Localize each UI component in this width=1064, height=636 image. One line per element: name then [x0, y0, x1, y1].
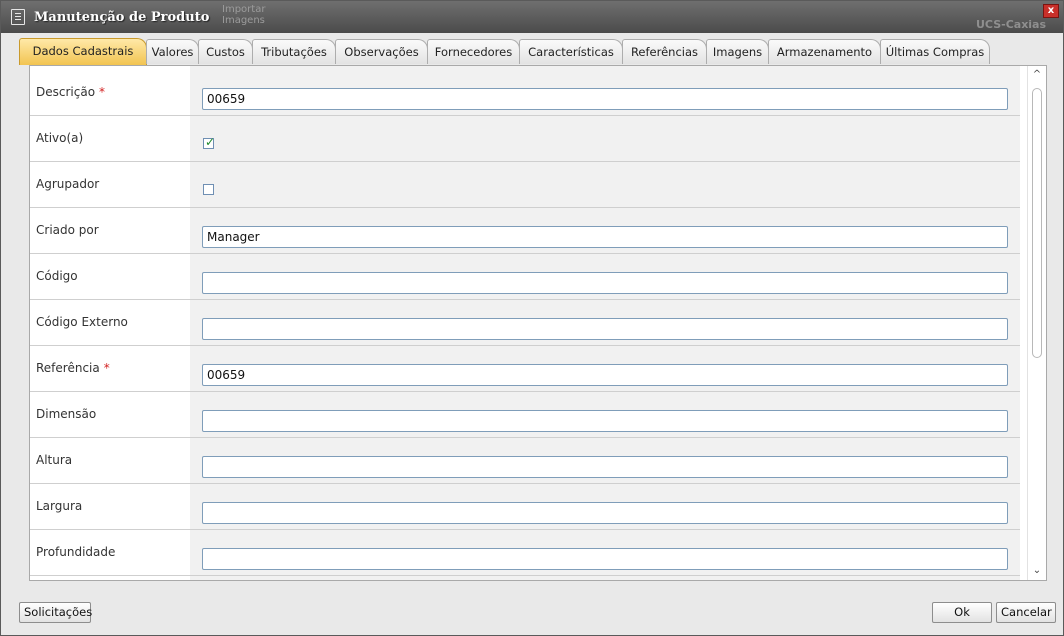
field-label: Altura — [36, 453, 72, 467]
field-label: Código Externo — [36, 315, 128, 329]
title-bar[interactable]: Manutenção de Produto Importar Imagens UC… — [1, 1, 1063, 33]
solicitacoes-button[interactable]: Solicitações — [19, 602, 92, 623]
field-label-text: Profundidade — [36, 545, 116, 559]
checkbox[interactable]: ✓ — [203, 135, 216, 149]
text-field[interactable] — [202, 502, 1008, 524]
form-row: Profundidade — [30, 530, 1020, 576]
field-label: Profundidade — [36, 545, 115, 559]
field-label-text: Criado por — [36, 223, 99, 237]
form-panel: Descrição*Ativo(a)✓AgrupadorCriado porCó… — [29, 65, 1047, 581]
field-label-text: Referência — [36, 361, 100, 375]
scroll-up-icon[interactable]: ^ — [1031, 69, 1043, 81]
scroll-thumb[interactable] — [1032, 88, 1042, 358]
close-button[interactable]: x — [1043, 4, 1059, 18]
tab-9[interactable]: Imagens — [706, 39, 769, 64]
field-label-text: Dimensão — [36, 407, 97, 421]
form-row: Referência * — [30, 346, 1020, 392]
tab-5[interactable]: Observações — [335, 39, 428, 64]
form-row: Código — [30, 254, 1020, 300]
background-import-label: Importar Imagens — [222, 4, 266, 26]
form-row: Largura — [30, 484, 1020, 530]
field-label-text: Código — [36, 269, 78, 283]
tab-10[interactable]: Armazenamento — [768, 39, 881, 64]
checkmark-icon: ✓ — [205, 135, 216, 149]
form-row: Ativo(a) ✓ — [30, 116, 1020, 162]
text-field[interactable] — [202, 318, 1008, 340]
field-label: Ativo(a) — [36, 131, 83, 145]
required-marker: * — [99, 85, 106, 99]
text-field[interactable] — [202, 272, 1008, 294]
text-field[interactable] — [202, 364, 1008, 386]
form-row: Descrição * — [30, 70, 1020, 116]
field-label: Código — [36, 269, 78, 283]
background-location-label: UCS-Caxias — [976, 18, 1047, 31]
checkbox[interactable] — [203, 184, 214, 195]
tab-4[interactable]: Tributações — [252, 39, 336, 64]
form-row: Dimensão — [30, 392, 1020, 438]
tab-6[interactable]: Fornecedores — [427, 39, 520, 64]
field-label: Agrupador — [36, 177, 99, 191]
form-row: Código Externo — [30, 300, 1020, 346]
text-field[interactable] — [202, 456, 1008, 478]
text-field[interactable] — [202, 226, 1008, 248]
field-label: Referência * — [36, 361, 110, 375]
field-label-text: Largura — [36, 499, 83, 513]
vertical-scrollbar[interactable]: ^ ⌄ — [1027, 66, 1046, 580]
tab-1[interactable]: Dados Cadastrais — [19, 38, 147, 65]
field-label-text: Altura — [36, 453, 73, 467]
field-label-text: Agrupador — [36, 177, 100, 191]
field-label: Largura — [36, 499, 82, 513]
text-field[interactable] — [202, 88, 1008, 110]
form-row: Criado por — [30, 208, 1020, 254]
tab-11[interactable]: Últimas Compras — [880, 39, 990, 64]
field-label: Descrição * — [36, 85, 105, 99]
field-label-text: Ativo(a) — [36, 131, 84, 145]
field-label: Dimensão — [36, 407, 96, 421]
ok-button[interactable]: Ok — [932, 602, 992, 623]
cancel-button[interactable]: Cancelar — [996, 602, 1056, 623]
field-label: Criado por — [36, 223, 99, 237]
field-label-text: Descrição — [36, 85, 96, 99]
required-marker: * — [103, 361, 110, 375]
text-field[interactable] — [202, 548, 1008, 570]
dialog-title: Manutenção de Produto — [34, 10, 210, 25]
tab-8[interactable]: Referências — [622, 39, 707, 64]
field-label-text: Código Externo — [36, 315, 128, 329]
document-icon — [11, 9, 25, 25]
form-row: Altura — [30, 438, 1020, 484]
product-maintenance-dialog: Manutenção de Produto Importar Imagens UC… — [0, 0, 1064, 636]
tab-3[interactable]: Custos — [198, 39, 253, 64]
tab-7[interactable]: Características — [519, 39, 623, 64]
tab-bar: Dados Cadastrais Valores Custos Tributações… — [19, 38, 1059, 65]
text-field[interactable] — [202, 410, 1008, 432]
form-row: Agrupador — [30, 162, 1020, 208]
scroll-down-icon[interactable]: ⌄ — [1031, 565, 1043, 577]
tab-2[interactable]: Valores — [146, 39, 199, 64]
